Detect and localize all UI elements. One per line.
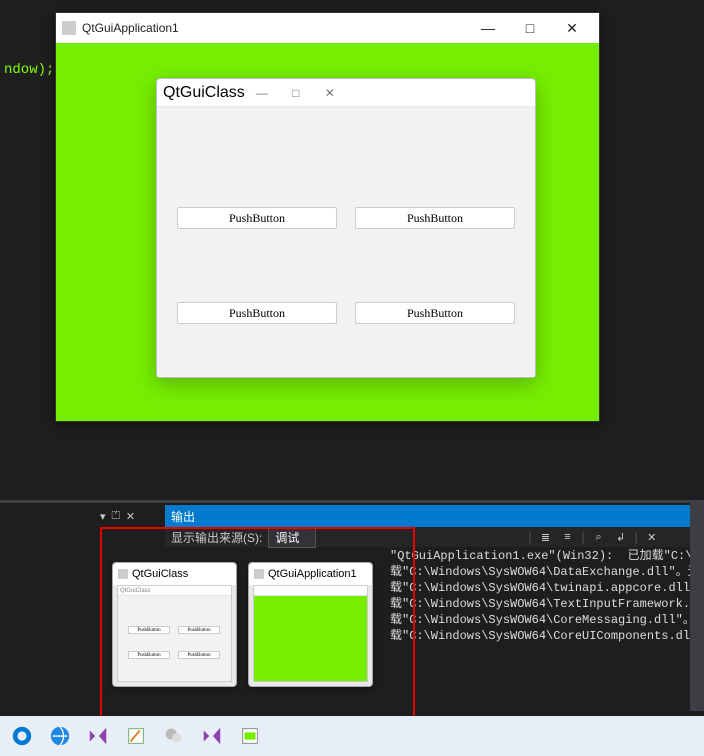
app-icon	[254, 569, 264, 579]
window-thumbnail-1[interactable]: QtGuiClass QtGuiClass PushButton PushBut…	[112, 562, 237, 687]
outer-app-window[interactable]: QtGuiApplication1 — □ ✕ QtGuiClass — □ ✕…	[55, 12, 600, 422]
maximize-button[interactable]: □	[279, 81, 313, 105]
taskbar[interactable]	[0, 716, 704, 756]
separator: |	[635, 530, 638, 544]
taskbar-icon-edge[interactable]	[4, 718, 40, 754]
thumbnail-preview: QtGuiClass PushButton PushButton PushBut…	[117, 585, 232, 682]
minimize-button[interactable]: —	[245, 81, 279, 105]
close-button[interactable]: ✕	[551, 14, 593, 42]
taskbar-icon-browser[interactable]	[42, 718, 78, 754]
vertical-scrollbar[interactable]	[690, 503, 704, 711]
log-line: "QtGuiApplication1.exe"(Win32): 已加载"C:\W…	[390, 549, 704, 563]
mini-title: QtGuiClass	[120, 588, 151, 594]
log-line: 载"C:\Windows\SysWOW64\CoreUIComponents.d…	[390, 629, 704, 643]
clear-icon[interactable]: ≣	[537, 529, 553, 545]
window-thumbnail-2[interactable]: QtGuiApplication1	[248, 562, 373, 687]
code-fragment: ndow);	[0, 60, 58, 80]
maximize-button[interactable]: □	[509, 14, 551, 42]
find-icon[interactable]: ⌕	[591, 529, 607, 545]
toggle-icon[interactable]: ≡	[559, 529, 575, 545]
mini-push-button: PushButton	[128, 626, 170, 634]
inner-client-area: PushButton PushButton PushButton PushBut…	[157, 107, 535, 377]
outer-client-area: QtGuiClass — □ ✕ PushButton PushButton P…	[56, 43, 599, 421]
close-panel-icon[interactable]: ✕	[126, 510, 135, 523]
push-button-2[interactable]: PushButton	[355, 207, 515, 229]
output-tab-label: 输出	[171, 508, 195, 525]
thumbnail-preview	[253, 585, 368, 682]
app-icon	[118, 569, 128, 579]
push-button-1[interactable]: PushButton	[177, 207, 337, 229]
mini-push-button: PushButton	[178, 651, 220, 659]
push-button-3[interactable]: PushButton	[177, 302, 337, 324]
minimize-button[interactable]: —	[467, 14, 509, 42]
log-line: 载"C:\Windows\SysWOW64\TextInputFramework…	[390, 597, 704, 611]
pin-icon[interactable]: ⏍	[112, 510, 120, 523]
auto-hide-icon[interactable]: ▾	[100, 510, 106, 523]
output-source-label: 显示输出来源(S):	[171, 529, 262, 546]
taskbar-icon-notes[interactable]	[118, 718, 154, 754]
separator: |	[528, 530, 531, 544]
push-button-4[interactable]: PushButton	[355, 302, 515, 324]
thumbnail-title: QtGuiClass	[132, 568, 188, 580]
log-line: 载"C:\Windows\SysWOW64\DataExchange.dll"。…	[390, 565, 704, 579]
thumbnail-title: QtGuiApplication1	[268, 568, 357, 580]
separator: |	[581, 530, 584, 544]
close-button[interactable]: ✕	[313, 81, 347, 105]
ide-divider	[0, 500, 704, 503]
output-log[interactable]: "QtGuiApplication1.exe"(Win32): 已加载"C:\W…	[390, 548, 704, 644]
inner-app-window[interactable]: QtGuiClass — □ ✕ PushButton PushButton P…	[156, 78, 536, 378]
thumbnail-titlebar: QtGuiClass	[113, 563, 236, 585]
window-controls: — □ ✕	[245, 81, 347, 105]
taskbar-icon-vs2[interactable]	[194, 718, 230, 754]
output-source-dropdown[interactable]: 调试	[268, 527, 316, 548]
window-controls: — □ ✕	[467, 14, 593, 42]
taskbar-icon-app[interactable]	[232, 718, 268, 754]
clear-all-icon[interactable]: ✕	[644, 529, 660, 545]
outer-window-title: QtGuiApplication1	[82, 21, 467, 35]
app-icon	[62, 21, 76, 35]
outer-titlebar[interactable]: QtGuiApplication1 — □ ✕	[56, 13, 599, 43]
thumbnail-titlebar: QtGuiApplication1	[249, 563, 372, 585]
wrap-icon[interactable]: ↲	[613, 529, 629, 545]
output-toolbar: 显示输出来源(S): 调试 | ≣ ≡ | ⌕ ↲ | ✕	[165, 527, 704, 547]
output-tab[interactable]: 输出	[165, 505, 704, 527]
mini-push-button: PushButton	[178, 626, 220, 634]
mini-push-button: PushButton	[128, 651, 170, 659]
taskbar-icon-wechat[interactable]	[156, 718, 192, 754]
log-line: 载"C:\Windows\SysWOW64\twinapi.appcore.dl…	[390, 581, 704, 595]
taskbar-icon-vs[interactable]	[80, 718, 116, 754]
panel-controls: ▾ ⏍ ✕	[100, 510, 135, 523]
inner-window-title: QtGuiClass	[163, 84, 245, 102]
log-line: 载"C:\Windows\SysWOW64\CoreMessaging.dll"…	[390, 613, 704, 627]
inner-titlebar[interactable]: QtGuiClass — □ ✕	[157, 79, 535, 107]
